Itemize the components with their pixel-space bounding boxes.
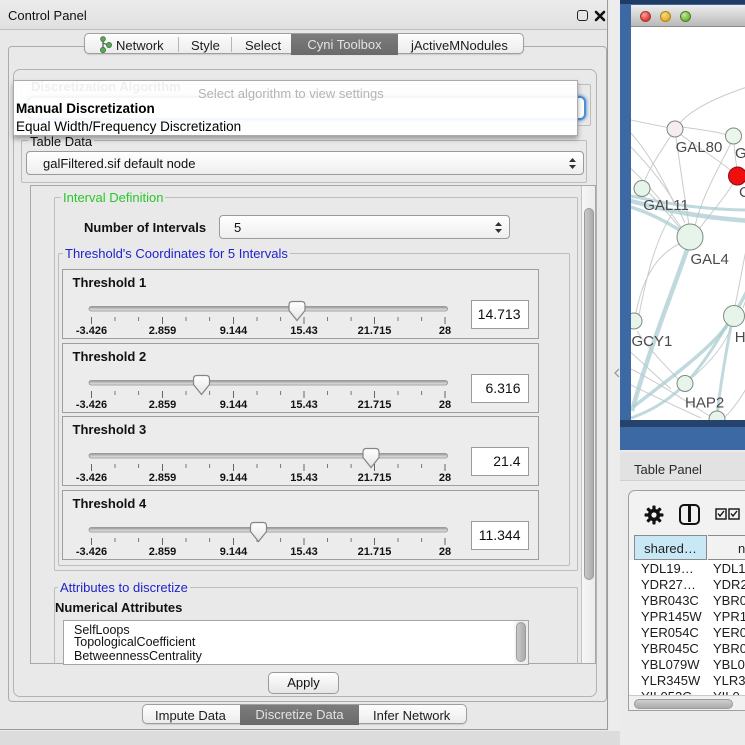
svg-text:GAL80: GAL80 xyxy=(676,139,723,156)
svg-text:-3.426: -3.426 xyxy=(75,399,106,411)
svg-text:2.859: 2.859 xyxy=(148,325,176,337)
svg-text:28: 28 xyxy=(438,325,450,337)
svg-text:21.715: 21.715 xyxy=(357,472,391,484)
svg-text:21.715: 21.715 xyxy=(357,399,391,411)
svg-text:28: 28 xyxy=(438,472,450,484)
svg-text:15.43: 15.43 xyxy=(290,546,318,558)
svg-text:9.144: 9.144 xyxy=(219,325,247,337)
svg-text:HAP2: HAP2 xyxy=(685,395,724,412)
svg-text:28: 28 xyxy=(438,399,450,411)
svg-text:15.43: 15.43 xyxy=(290,399,318,411)
svg-text:21.715: 21.715 xyxy=(357,546,391,558)
svg-text:9.144: 9.144 xyxy=(219,472,247,484)
svg-text:15.43: 15.43 xyxy=(290,325,318,337)
svg-text:15.43: 15.43 xyxy=(290,472,318,484)
svg-text:9.144: 9.144 xyxy=(219,399,247,411)
svg-text:-3.426: -3.426 xyxy=(75,472,106,484)
svg-text:28: 28 xyxy=(438,546,450,558)
svg-text:C: C xyxy=(739,184,745,201)
svg-text:-3.426: -3.426 xyxy=(75,325,106,337)
svg-text:2.859: 2.859 xyxy=(148,472,176,484)
svg-text:21.715: 21.715 xyxy=(357,325,391,337)
svg-text:2.859: 2.859 xyxy=(148,546,176,558)
svg-text:GAL…: GAL… xyxy=(735,145,745,162)
svg-text:GAL11: GAL11 xyxy=(643,197,689,214)
svg-text:2.859: 2.859 xyxy=(148,399,176,411)
svg-text:GAL4: GAL4 xyxy=(691,251,729,268)
svg-text:GCY1: GCY1 xyxy=(632,333,673,350)
svg-text:9.144: 9.144 xyxy=(219,546,247,558)
svg-text:H: H xyxy=(735,329,745,346)
svg-text:-3.426: -3.426 xyxy=(75,546,106,558)
